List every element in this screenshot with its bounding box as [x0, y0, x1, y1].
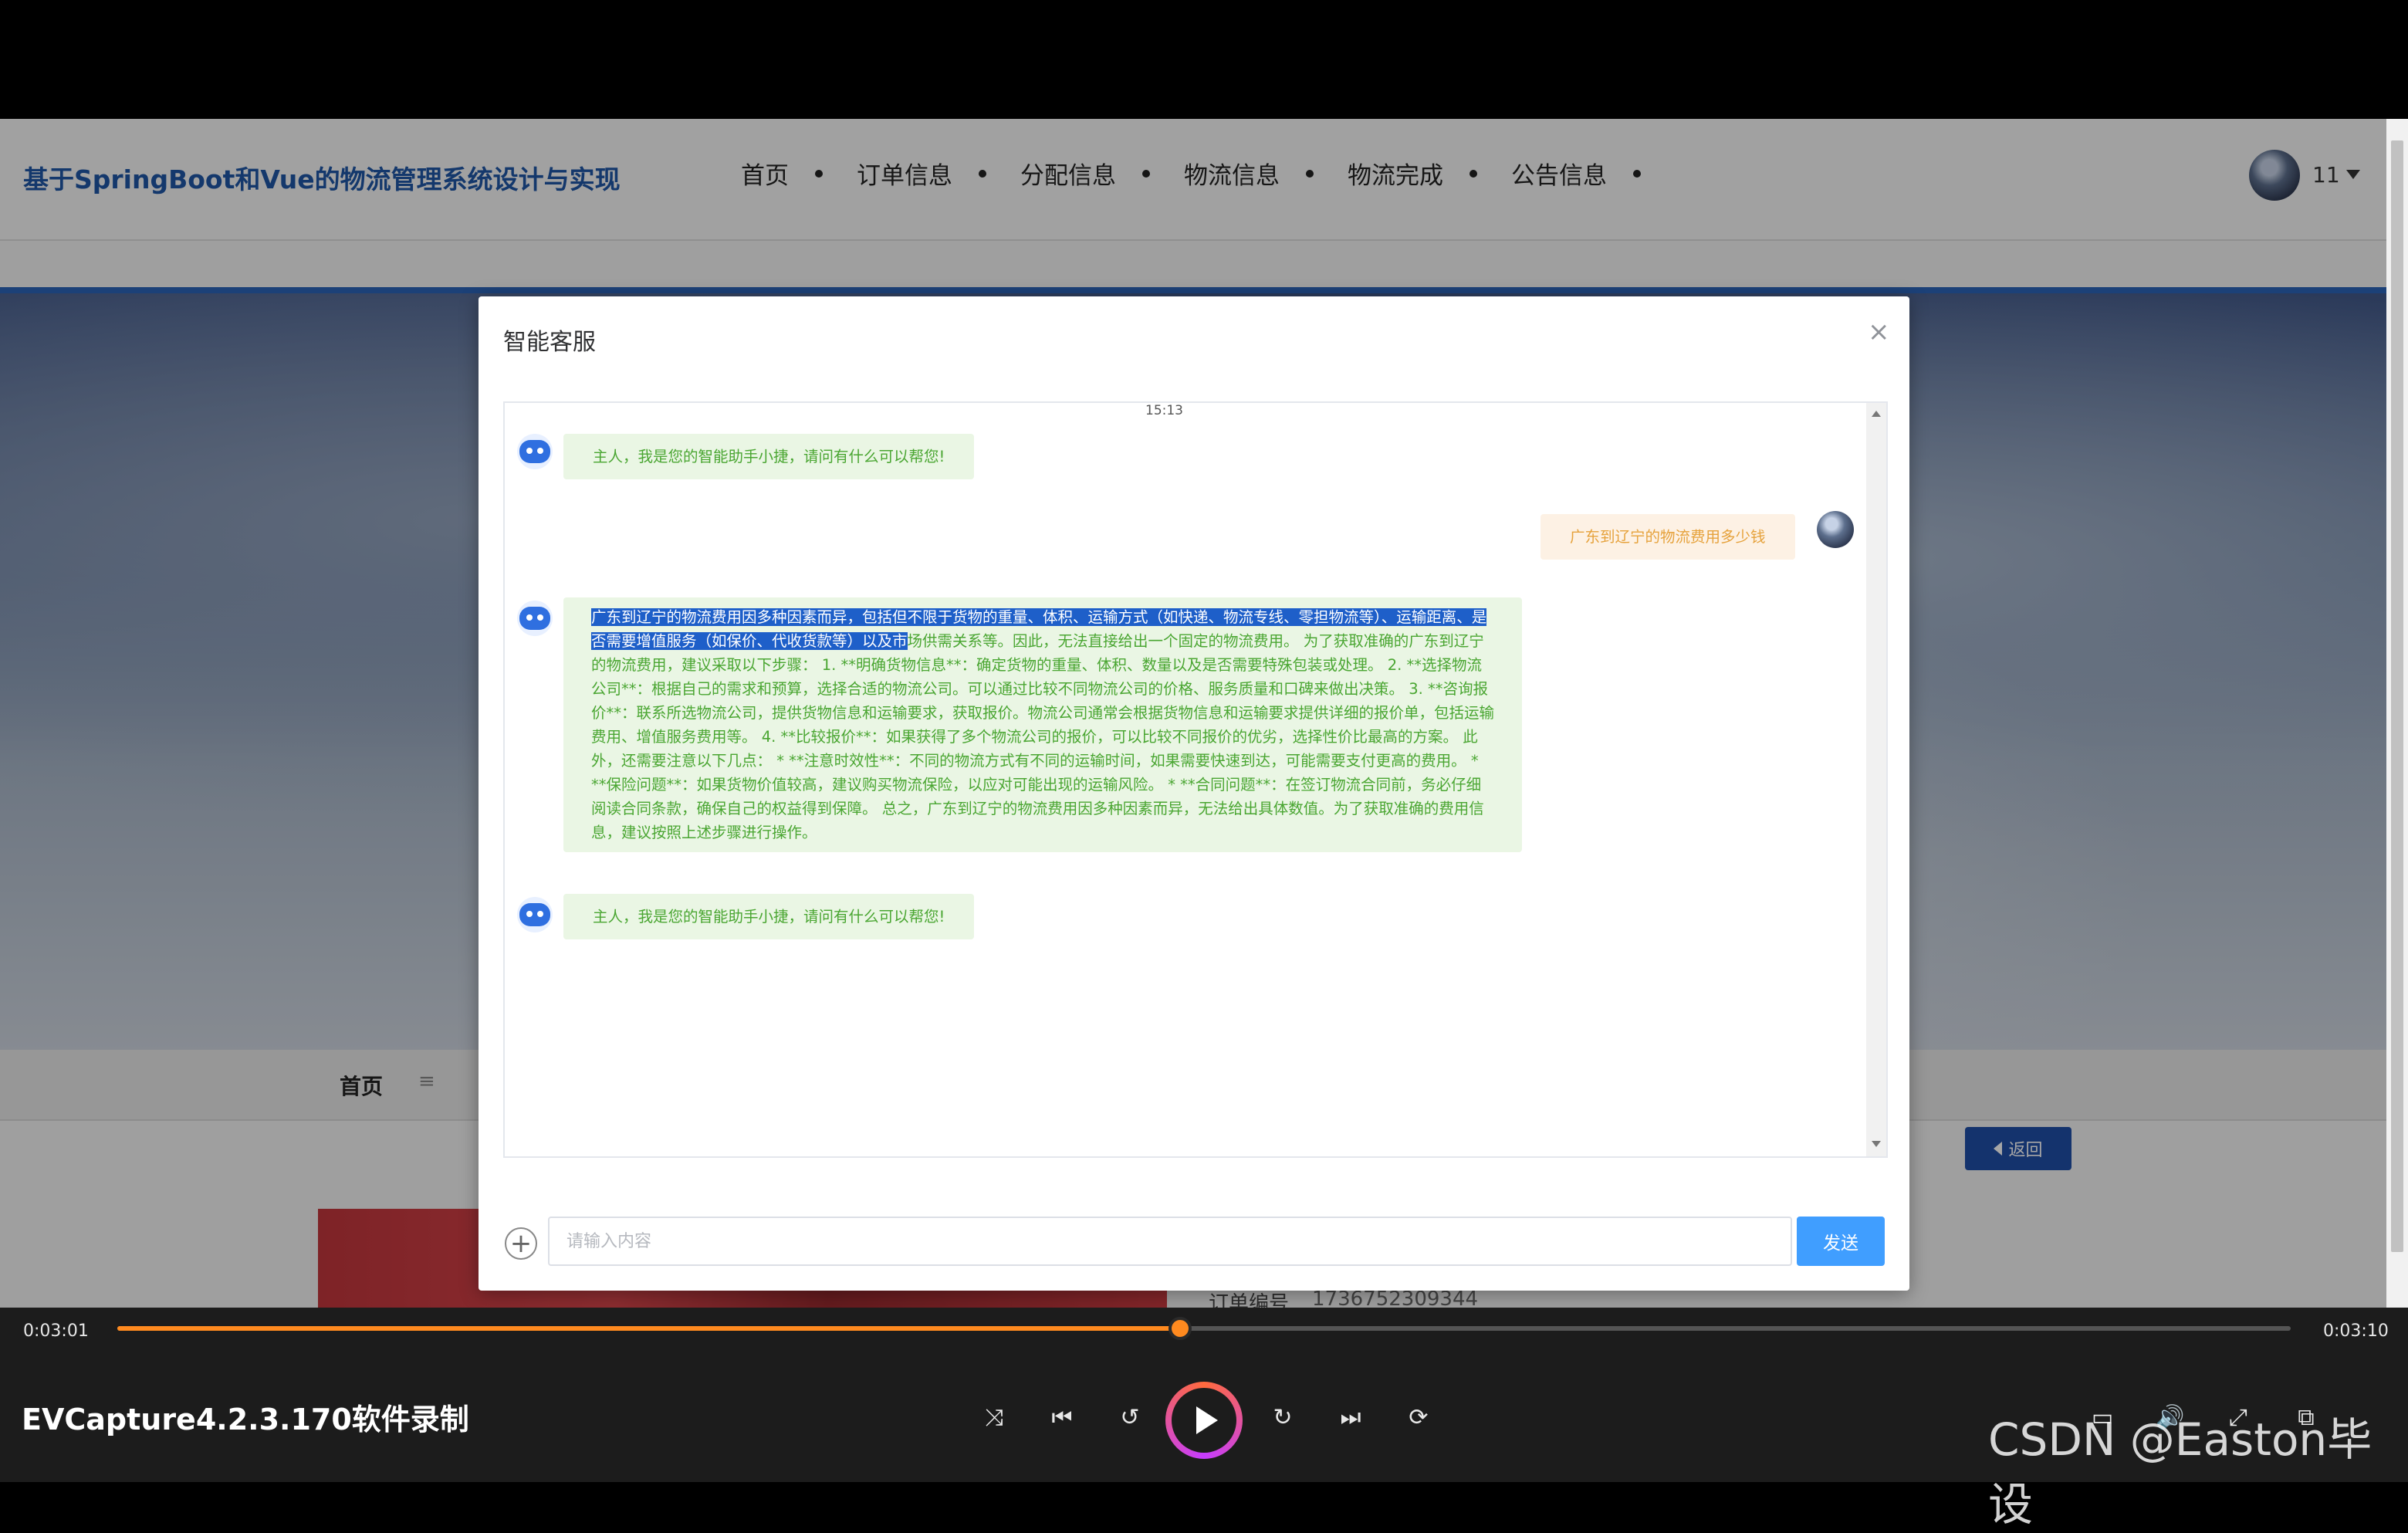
current-time: 0:03:01: [23, 1321, 89, 1341]
scroll-down-icon[interactable]: [1872, 1141, 1881, 1147]
bot-avatar: [517, 897, 553, 932]
scroll-up-icon[interactable]: [1872, 411, 1881, 417]
repeat-icon[interactable]: ⟳: [1402, 1400, 1436, 1434]
answer-text: 场供需关系等。因此，无法直接给出一个固定的物流费用。 为了获取准确的广东到辽宁的…: [591, 632, 1495, 841]
shuffle-icon[interactable]: ⤨: [977, 1400, 1011, 1434]
total-time: 0:03:10: [2323, 1321, 2389, 1341]
previous-icon[interactable]: ⏮: [1045, 1400, 1079, 1434]
play-button-inner: [1172, 1388, 1236, 1453]
chat-dialog: 智能客服 × 15:13 主人，我是您的智能助手小捷，请问有什么可以帮您! 广东…: [479, 296, 1909, 1291]
bot-avatar: [517, 601, 553, 636]
rewind-10-icon[interactable]: ↺: [1113, 1400, 1147, 1434]
robot-icon: [519, 903, 550, 926]
chat-messages[interactable]: 15:13 主人，我是您的智能助手小捷，请问有什么可以帮您! 广东到辽宁的物流费…: [503, 401, 1888, 1158]
plus-icon[interactable]: +: [505, 1227, 537, 1260]
bot-message: 主人，我是您的智能助手小捷，请问有什么可以帮您!: [563, 894, 975, 939]
user-message: 广东到辽宁的物流费用多少钱: [1541, 514, 1795, 560]
next-icon[interactable]: ⏭: [1334, 1400, 1368, 1434]
user-avatar: [1817, 511, 1854, 548]
bot-answer-message: 广东到辽宁的物流费用因多种因素而异，包括但不限于货物的重量、体积、运输方式（如快…: [563, 597, 1522, 852]
message-input[interactable]: [548, 1217, 1792, 1266]
forward-30-icon[interactable]: ↻: [1266, 1400, 1300, 1434]
watermark: CSDN @Easton毕设: [1988, 1413, 2372, 1531]
page-scrollbar-thumb[interactable]: [2391, 140, 2403, 1252]
message-timestamp: 15:13: [1145, 403, 1183, 418]
send-button[interactable]: 发送: [1797, 1217, 1885, 1266]
play-button[interactable]: [1165, 1382, 1243, 1459]
robot-icon: [519, 607, 550, 630]
chat-scrollbar[interactable]: [1866, 403, 1886, 1156]
recorder-label: EVCapture4.2.3.170软件录制: [22, 1403, 469, 1437]
play-icon: [1196, 1406, 1218, 1434]
video-player-bar: 0:03:01 0:03:10 EVCapture4.2.3.170软件录制 ⤨…: [0, 1308, 2408, 1531]
bot-avatar: [517, 434, 553, 469]
bot-message: 主人，我是您的智能助手小捷，请问有什么可以帮您!: [563, 434, 975, 479]
close-icon[interactable]: ×: [1868, 316, 1890, 347]
progress-fill: [117, 1326, 1181, 1331]
dialog-title: 智能客服: [503, 329, 596, 356]
progress-handle[interactable]: [1168, 1317, 1192, 1340]
robot-icon: [519, 440, 550, 463]
